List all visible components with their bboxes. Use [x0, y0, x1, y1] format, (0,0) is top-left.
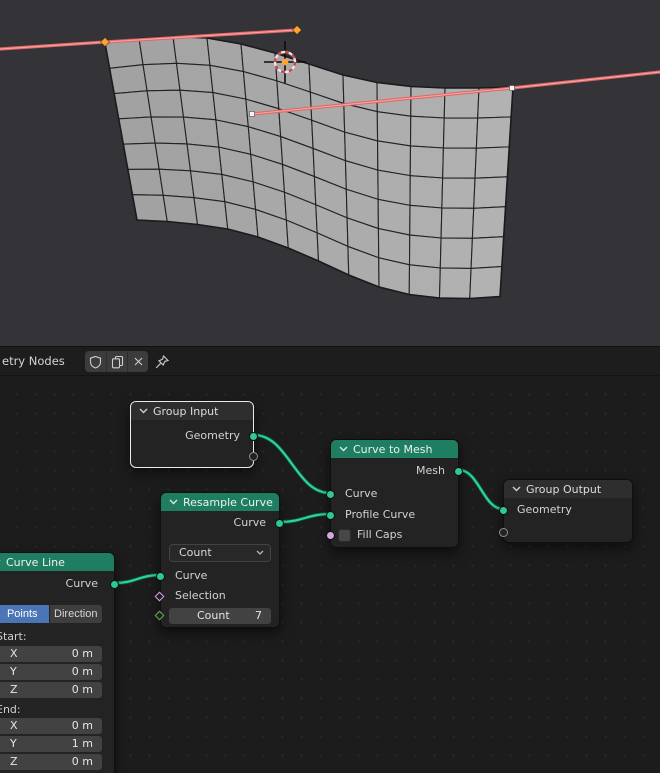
socket-selection-input[interactable]: [155, 592, 165, 602]
unlink-button[interactable]: [127, 351, 148, 372]
close-icon: [133, 356, 144, 367]
chevron-down-icon: [0, 559, 1, 565]
axis-value: 1 m: [72, 736, 93, 752]
chevron-down-icon: [169, 499, 178, 505]
axis-value: 0 m: [72, 718, 93, 734]
node-group-input[interactable]: Group Input Geometry: [130, 401, 254, 468]
socket-profile-curve-input[interactable]: [326, 511, 335, 520]
socket-geometry-input[interactable]: [499, 506, 508, 515]
mode-dropdown[interactable]: Count: [169, 544, 271, 562]
socket-curve-input[interactable]: [156, 572, 165, 581]
chevron-down-icon: [339, 446, 348, 452]
start-y-field[interactable]: Y 0 m: [0, 664, 102, 680]
shield-icon: [89, 355, 102, 369]
chevron-down-icon: [512, 486, 521, 492]
node-group-input-header[interactable]: Group Input: [131, 402, 253, 420]
node-group-output[interactable]: Group Output Geometry: [503, 479, 633, 543]
node-curve-to-mesh[interactable]: Curve to Mesh Mesh Curve Profile Curve F…: [330, 439, 459, 548]
socket-virtual-input[interactable]: [499, 528, 508, 537]
socket-curve-input[interactable]: [326, 490, 335, 499]
fake-user-button[interactable]: [85, 351, 106, 372]
mode-button-direction[interactable]: Direction: [50, 605, 103, 623]
mode-button-points[interactable]: Points: [0, 605, 49, 623]
pin-icon: [154, 354, 170, 370]
new-datablock-button[interactable]: [106, 351, 127, 372]
output-label-geometry: Geometry: [185, 429, 240, 443]
socket-mesh-output[interactable]: [454, 467, 463, 476]
end-section-label: End:: [0, 703, 21, 716]
pin-toggle[interactable]: [154, 354, 170, 370]
mode-button-group: Points Direction: [0, 605, 102, 623]
copy-icon: [111, 355, 124, 369]
input-label-fill-caps: Fill Caps: [357, 528, 402, 542]
3d-viewport[interactable]: [0, 0, 660, 346]
end-z-field[interactable]: Z 0 m: [0, 754, 102, 770]
end-y-field[interactable]: Y 1 m: [0, 736, 102, 752]
start-z-field[interactable]: Z 0 m: [0, 682, 102, 698]
start-x-field[interactable]: X 0 m: [0, 646, 102, 662]
input-label-curve: Curve: [345, 487, 377, 501]
socket-virtual-output[interactable]: [249, 452, 258, 461]
count-field[interactable]: Count 7: [169, 608, 271, 624]
node-curve-to-mesh-header[interactable]: Curve to Mesh: [331, 440, 458, 458]
socket-count-input[interactable]: [155, 611, 165, 621]
nodetree-name-field[interactable]: etry Nodes: [2, 347, 65, 375]
node-curve-line-header[interactable]: Curve Line: [0, 553, 114, 571]
node-group-output-header[interactable]: Group Output: [504, 480, 632, 498]
axis-value: 0 m: [72, 682, 93, 698]
node-resample-curve-header[interactable]: Resample Curve: [161, 493, 279, 511]
node-curve-line[interactable]: Curve Line Curve Points Direction Start:…: [0, 552, 115, 773]
axis-value: 0 m: [72, 664, 93, 680]
axis-value: 0 m: [72, 754, 93, 770]
node-title: Curve to Mesh: [353, 443, 432, 456]
count-field-value: 7: [255, 608, 262, 624]
node-title: Group Input: [153, 405, 218, 418]
chevron-down-icon: [256, 550, 264, 556]
input-label-profile-curve: Profile Curve: [345, 508, 415, 522]
socket-curve-output[interactable]: [275, 519, 284, 528]
axis-value: 0 m: [72, 646, 93, 662]
output-label-curve: Curve: [66, 577, 98, 591]
node-title: Resample Curve: [183, 496, 273, 509]
node-resample-curve[interactable]: Resample Curve Curve Count Curve Selecti…: [160, 492, 280, 628]
node-editor-header: etry Nodes: [0, 346, 660, 376]
socket-geometry-output[interactable]: [249, 432, 258, 441]
start-section-label: Start:: [0, 630, 27, 643]
node-editor-canvas[interactable]: Group Input Geometry Curve to Mesh Mesh …: [0, 376, 660, 773]
fill-caps-checkbox[interactable]: [338, 529, 351, 542]
end-x-field[interactable]: X 0 m: [0, 718, 102, 734]
output-label-curve: Curve: [234, 516, 266, 530]
blender-window: etry Nodes: [0, 0, 660, 773]
node-title: Group Output: [526, 483, 601, 496]
mode-dropdown-value: Count: [179, 545, 212, 560]
datablock-buttons: [85, 351, 148, 372]
socket-curve-output[interactable]: [110, 580, 119, 589]
input-label-geometry: Geometry: [517, 503, 572, 517]
input-label-curve: Curve: [175, 569, 207, 583]
node-title: Curve Line: [6, 556, 65, 569]
input-label-selection: Selection: [175, 589, 226, 603]
viewport-render: [0, 0, 660, 346]
chevron-down-icon: [139, 408, 148, 414]
socket-fill-caps-input[interactable]: [326, 531, 335, 540]
output-label-mesh: Mesh: [416, 464, 445, 478]
